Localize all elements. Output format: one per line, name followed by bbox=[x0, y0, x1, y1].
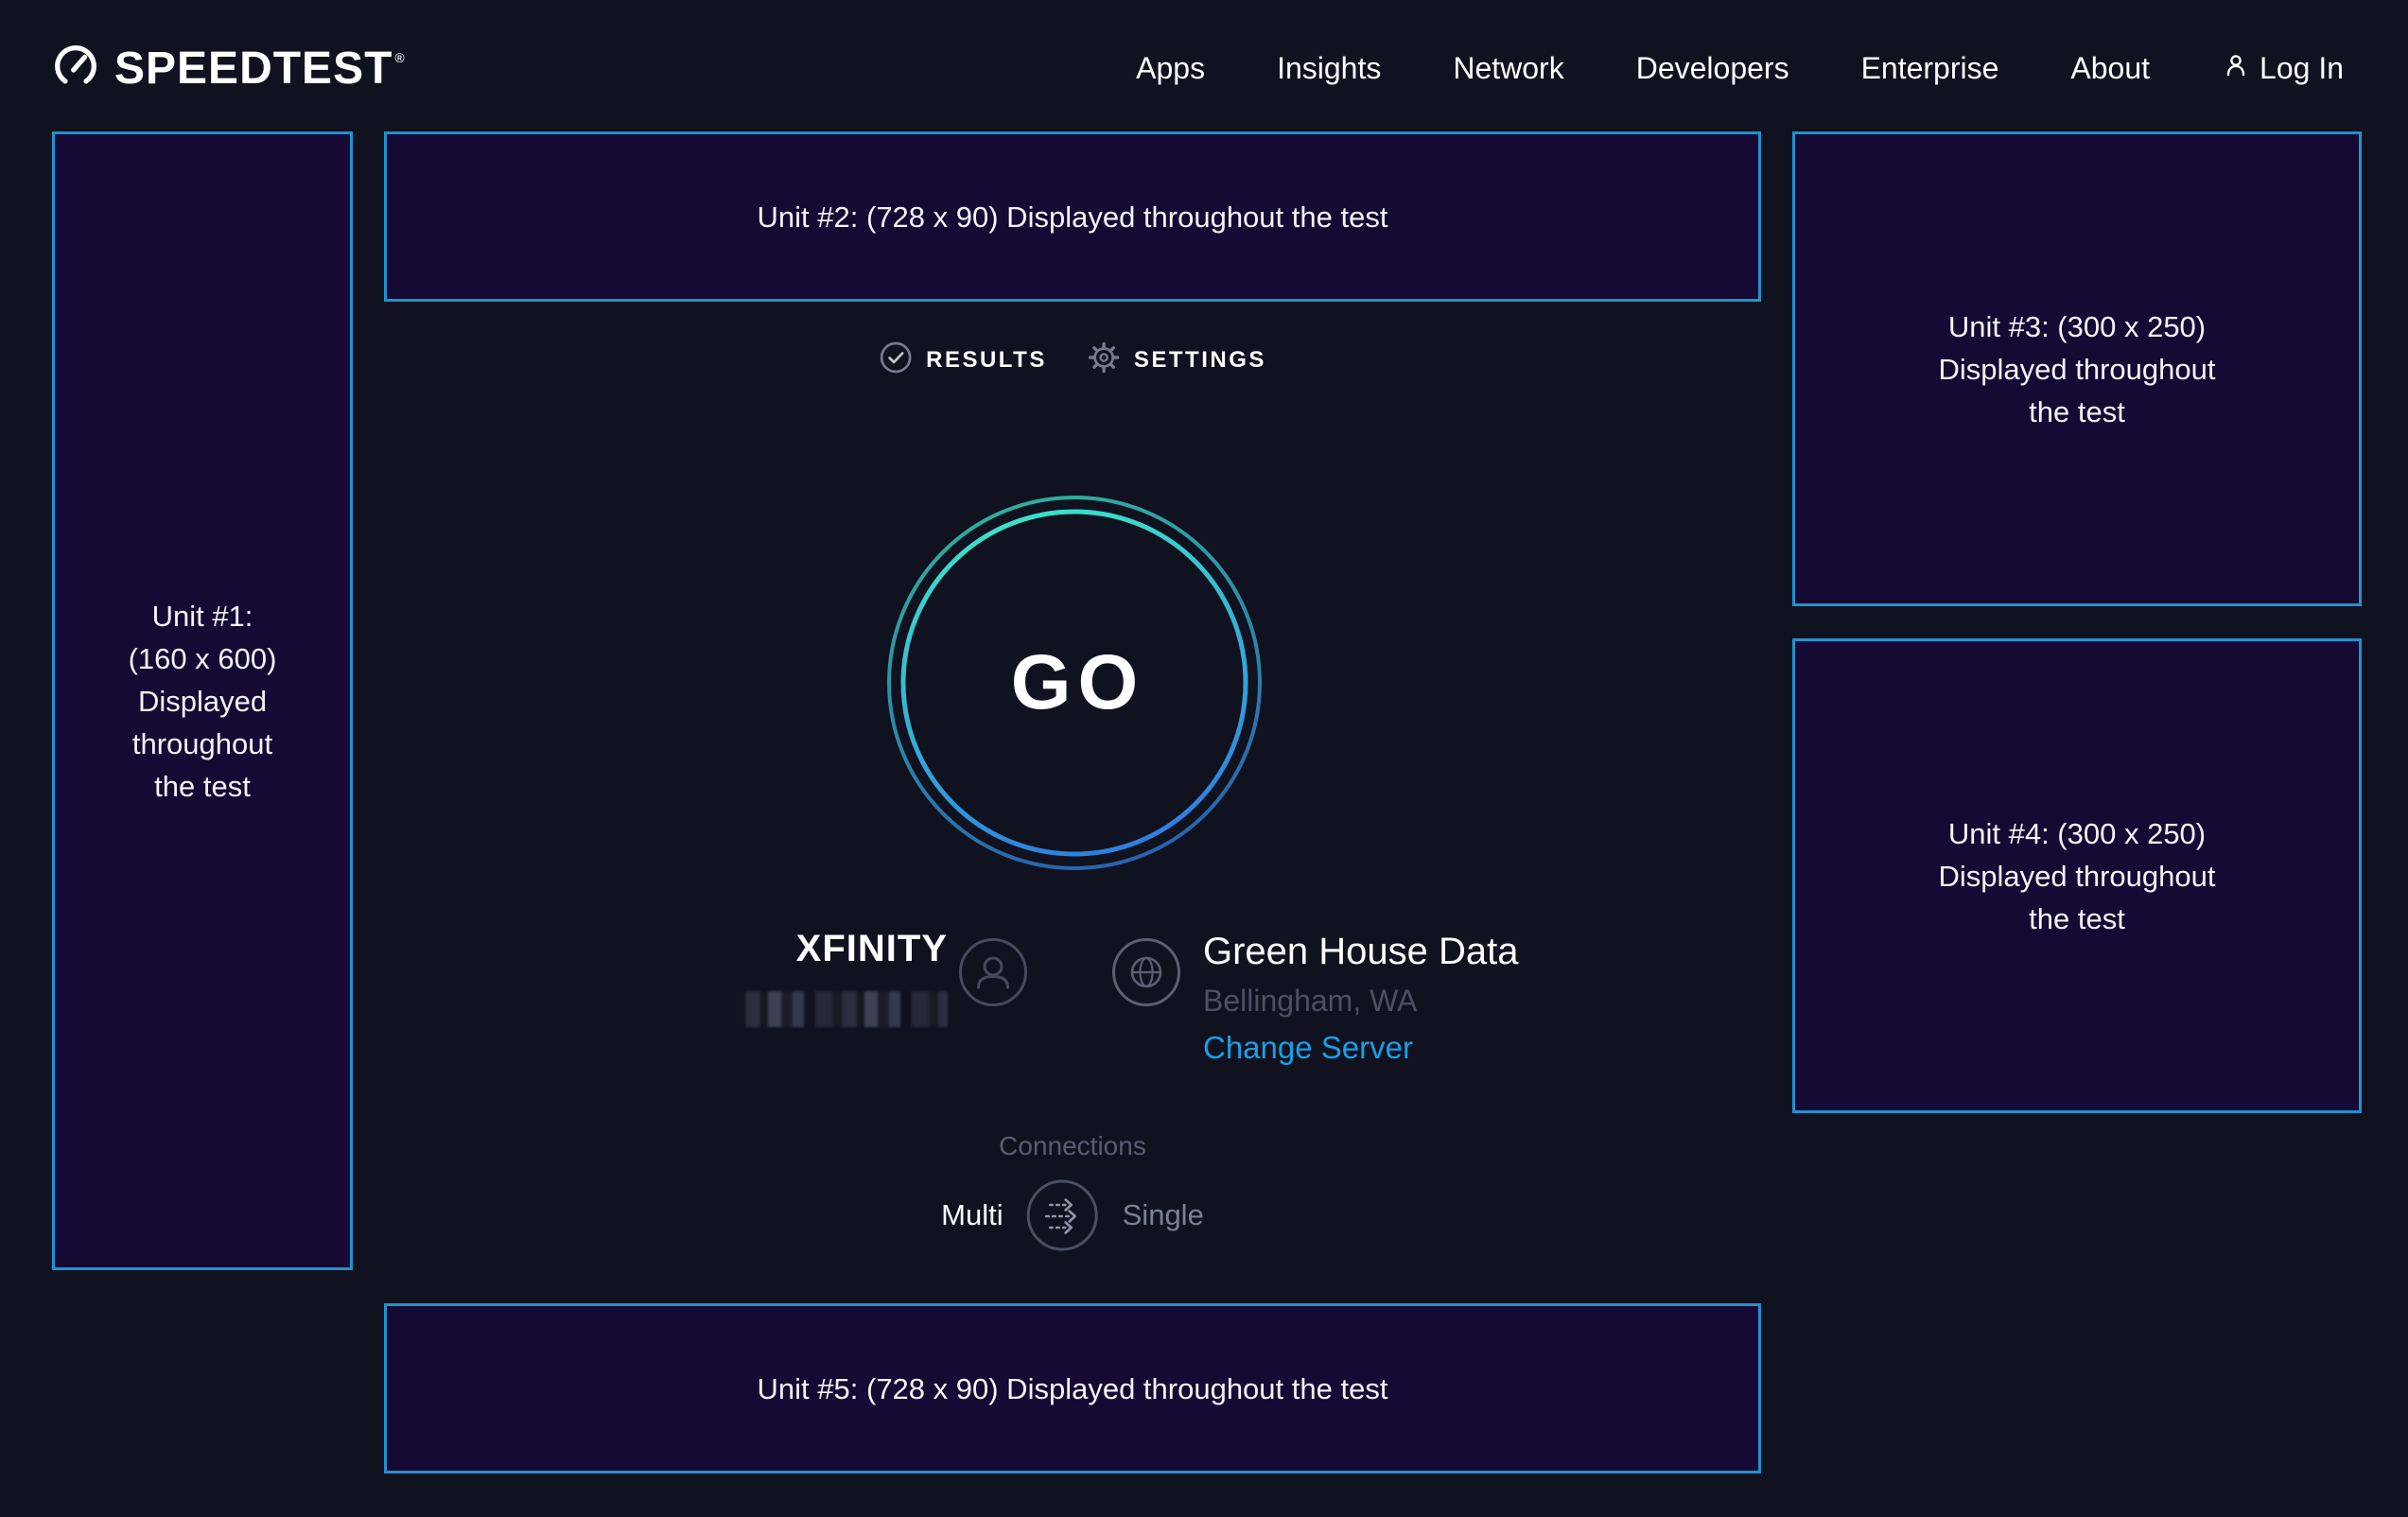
ad-unit-1-line: Unit #1: bbox=[152, 595, 253, 637]
tab-settings[interactable]: SETTINGS bbox=[1087, 340, 1266, 379]
tab-results-label: RESULTS bbox=[926, 347, 1047, 374]
header: SPEEDTEST® Apps Insights Network Develop… bbox=[0, 0, 2408, 137]
ad-unit-1: Unit #1: (160 x 600) Displayed throughou… bbox=[52, 131, 353, 1270]
server-location: Bellingham, WA bbox=[1203, 983, 1519, 1019]
user-icon bbox=[2222, 51, 2250, 87]
server-name: Green House Data bbox=[1203, 930, 1519, 973]
nav-item-enterprise[interactable]: Enterprise bbox=[1861, 51, 1999, 86]
ad-unit-1-line: Displayed bbox=[138, 680, 267, 723]
connections-multi-option[interactable]: Multi bbox=[941, 1198, 1003, 1232]
nav-item-apps[interactable]: Apps bbox=[1136, 51, 1205, 86]
nav-item-insights[interactable]: Insights bbox=[1277, 51, 1381, 86]
go-button-label: GO bbox=[885, 494, 1264, 872]
user-circle-icon[interactable] bbox=[958, 937, 1028, 1012]
ad-unit-3-line: Displayed throughout bbox=[1939, 348, 2216, 391]
globe-icon[interactable] bbox=[1111, 937, 1181, 1012]
ad-unit-2: Unit #2: (728 x 90) Displayed throughout… bbox=[384, 131, 1761, 302]
ad-unit-1-line: the test bbox=[154, 765, 251, 808]
nav-item-about[interactable]: About bbox=[2070, 51, 2150, 86]
ad-unit-4-line: the test bbox=[2029, 898, 2125, 940]
nav-item-developers[interactable]: Developers bbox=[1636, 51, 1789, 86]
ad-unit-1-line: (160 x 600) bbox=[129, 637, 277, 680]
login-button[interactable]: Log In bbox=[2222, 51, 2344, 87]
tab-results[interactable]: RESULTS bbox=[879, 340, 1047, 379]
nav-item-network[interactable]: Network bbox=[1453, 51, 1563, 86]
multi-connection-toggle-icon[interactable] bbox=[1026, 1178, 1100, 1252]
ad-unit-4: Unit #4: (300 x 250) Displayed throughou… bbox=[1792, 638, 2362, 1113]
logo-wordmark: SPEEDTEST® bbox=[114, 43, 404, 95]
ad-unit-4-line: Displayed throughout bbox=[1939, 855, 2216, 898]
tab-settings-label: SETTINGS bbox=[1134, 347, 1266, 374]
ad-unit-4-line: Unit #4: (300 x 250) bbox=[1948, 812, 2206, 855]
isp-block: XFINITY bbox=[728, 927, 948, 1027]
isp-name[interactable]: XFINITY bbox=[728, 927, 948, 970]
connections-single-option[interactable]: Single bbox=[1123, 1198, 1204, 1232]
go-button[interactable]: GO bbox=[885, 494, 1264, 872]
ad-unit-2-line: Unit #2: (728 x 90) Displayed throughout… bbox=[758, 196, 1388, 238]
top-nav: Apps Insights Network Developers Enterpr… bbox=[1136, 51, 2344, 87]
ad-unit-5-line: Unit #5: (728 x 90) Displayed throughout… bbox=[758, 1368, 1388, 1410]
connections-toggle-row: Multi Single bbox=[941, 1178, 1204, 1252]
connections-label: Connections bbox=[941, 1131, 1204, 1161]
ad-unit-3: Unit #3: (300 x 250) Displayed throughou… bbox=[1792, 131, 2362, 606]
connections-block: Connections Multi Single bbox=[941, 1131, 1204, 1252]
ad-unit-3-line: Unit #3: (300 x 250) bbox=[1948, 305, 2206, 348]
results-settings-tabs: RESULTS SETTINGS bbox=[879, 340, 1266, 379]
ad-unit-3-line: the test bbox=[2029, 391, 2125, 433]
check-circle-icon bbox=[879, 340, 913, 379]
isp-detail-redacted bbox=[745, 991, 948, 1027]
login-label: Log In bbox=[2260, 51, 2344, 86]
change-server-link[interactable]: Change Server bbox=[1203, 1030, 1519, 1066]
logo-trademark: ® bbox=[394, 50, 405, 65]
ad-unit-1-line: throughout bbox=[132, 723, 272, 765]
gear-icon bbox=[1087, 340, 1121, 379]
ad-unit-5: Unit #5: (728 x 90) Displayed throughout… bbox=[384, 1303, 1761, 1473]
speedometer-icon bbox=[52, 43, 99, 95]
server-block: Green House Data Bellingham, WA Change S… bbox=[1203, 930, 1519, 1066]
speedtest-logo[interactable]: SPEEDTEST® bbox=[52, 43, 404, 95]
